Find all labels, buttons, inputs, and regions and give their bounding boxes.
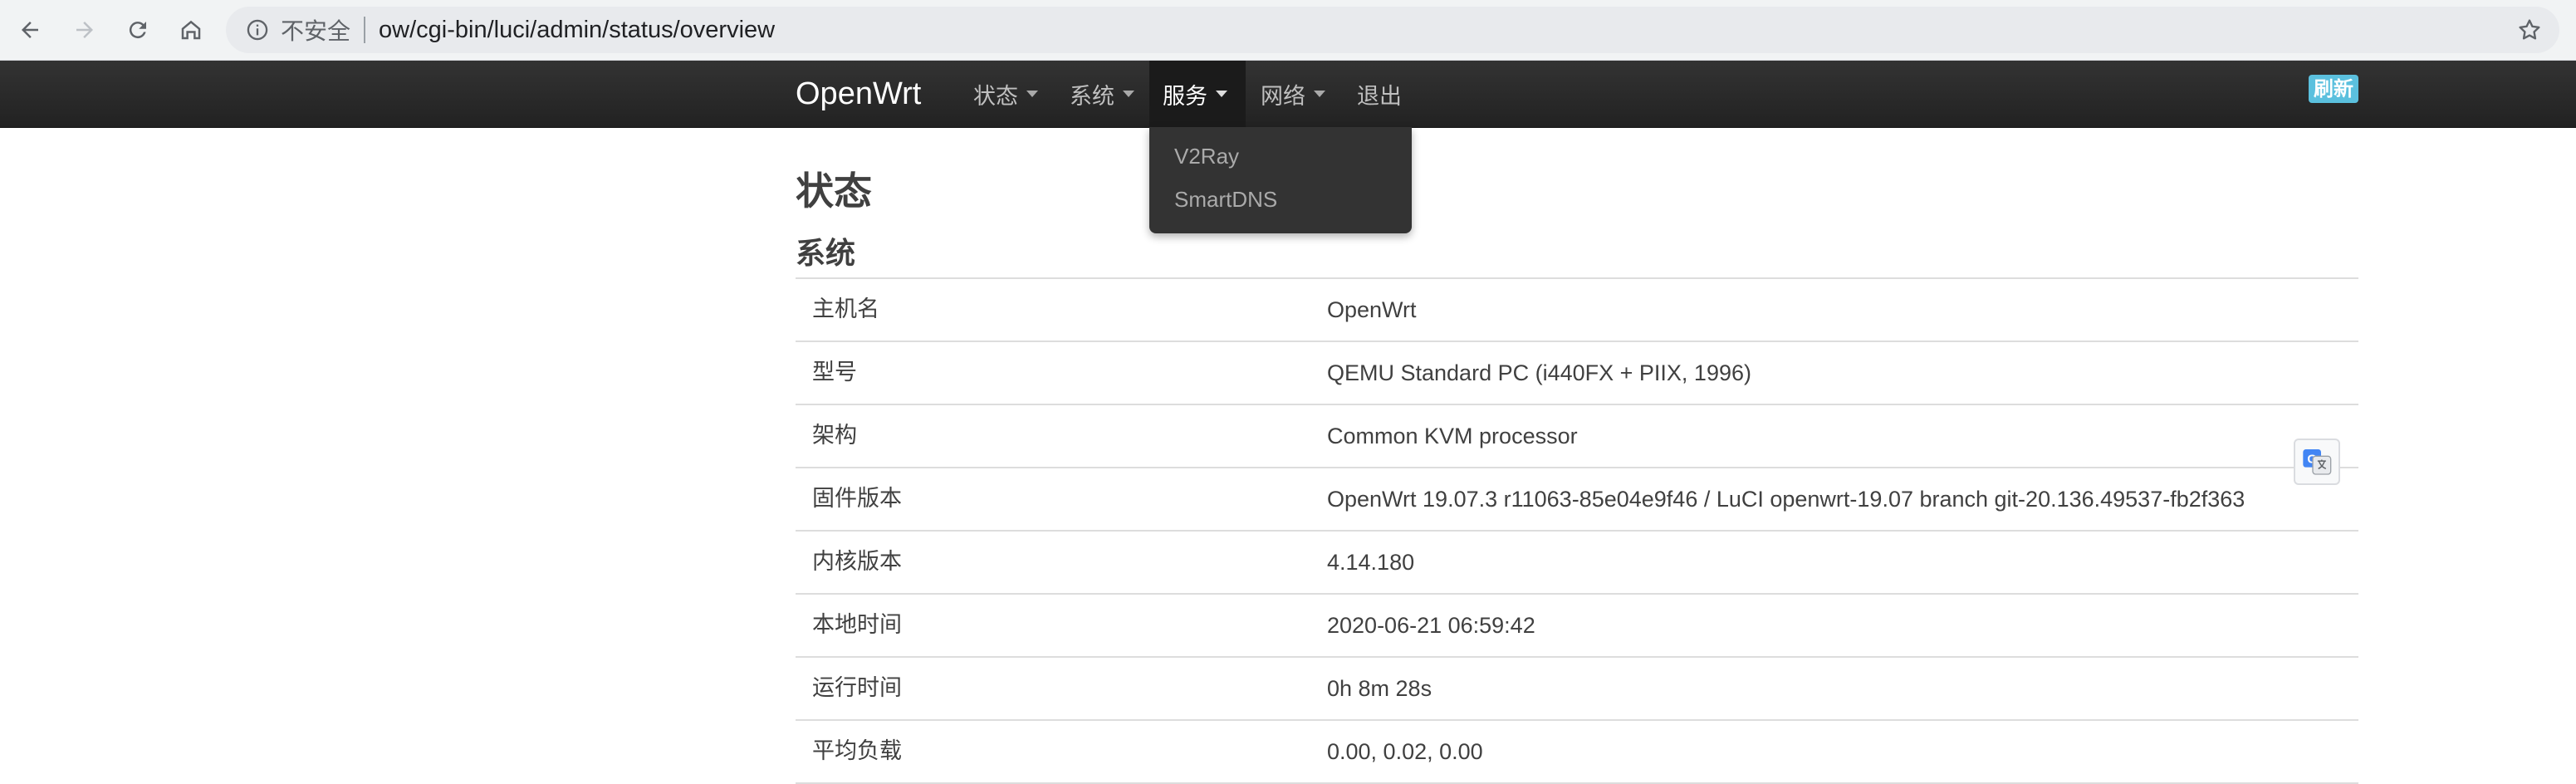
row-key: 型号 <box>812 360 857 385</box>
row-key: 平均负载 <box>812 738 902 764</box>
section-title: 系统 <box>796 237 856 271</box>
table-row: 平均负载 0.00, 0.02, 0.00 <box>796 721 2358 784</box>
row-value: Common KVM processor <box>1327 424 1578 448</box>
row-key: 本地时间 <box>812 612 902 638</box>
table-row: 内核版本 4.14.180 <box>796 532 2358 595</box>
google-translate-icon: G <box>2303 449 2332 475</box>
brand-logo[interactable]: OpenWrt <box>796 61 921 127</box>
home-button[interactable] <box>173 12 209 48</box>
services-dropdown: V2Ray SmartDNS <box>1149 127 1412 233</box>
translate-icon[interactable]: G <box>2294 439 2340 485</box>
back-button[interactable] <box>12 12 48 48</box>
table-row: 型号 QEMU Standard PC (i440FX + PIIX, 1996… <box>796 342 2358 405</box>
caret-down-icon <box>1314 91 1325 97</box>
address-separator <box>364 17 366 43</box>
reload-button[interactable] <box>120 12 156 48</box>
system-info-table: 主机名 OpenWrt 型号 QEMU Standard PC (i440FX … <box>796 277 2358 784</box>
menu-network[interactable]: 网络 <box>1247 61 1339 127</box>
url-text[interactable]: ow/cgi-bin/luci/admin/status/overview <box>379 17 775 44</box>
info-icon[interactable] <box>246 18 269 42</box>
row-value: 0h 8m 28s <box>1327 676 1432 701</box>
menu-logout[interactable]: 退出 <box>1344 61 1415 127</box>
table-row: 架构 Common KVM processor <box>796 405 2358 468</box>
row-key: 内核版本 <box>812 549 902 575</box>
row-key: 主机名 <box>812 296 879 322</box>
caret-down-icon <box>1026 91 1038 97</box>
security-label[interactable]: 不安全 <box>281 13 350 47</box>
menu-services-label: 服务 <box>1163 83 1207 110</box>
forward-arrow-icon <box>76 22 93 38</box>
dropdown-item-smartdns[interactable]: SmartDNS <box>1174 187 1277 213</box>
forward-button[interactable] <box>66 12 103 48</box>
refresh-badge[interactable]: 刷新 <box>2309 75 2358 103</box>
table-row: 固件版本 OpenWrt 19.07.3 r11063-85e04e9f46 /… <box>796 468 2358 532</box>
menu-system-label: 系统 <box>1070 83 1114 110</box>
menu-network-label: 网络 <box>1261 83 1305 110</box>
table-row: 本地时间 2020-06-21 06:59:42 <box>796 595 2358 658</box>
address-bar[interactable]: 不安全 ow/cgi-bin/luci/admin/status/overvie… <box>226 7 2559 53</box>
row-value: 0.00, 0.02, 0.00 <box>1327 739 1483 764</box>
menu-services[interactable]: 服务 <box>1149 61 1246 127</box>
menu-status[interactable]: 状态 <box>960 61 1051 127</box>
caret-down-icon <box>1216 91 1227 97</box>
row-key: 架构 <box>812 423 857 448</box>
row-key: 固件版本 <box>812 486 902 512</box>
row-value: OpenWrt <box>1327 297 1417 322</box>
home-icon <box>181 20 201 40</box>
row-value: 2020-06-21 06:59:42 <box>1327 613 1535 638</box>
menu-logout-label: 退出 <box>1357 83 1402 110</box>
row-key: 运行时间 <box>812 675 902 701</box>
dropdown-item-v2ray[interactable]: V2Ray <box>1174 144 1239 169</box>
reload-icon <box>129 22 146 39</box>
luci-navbar: OpenWrt 状态 系统 服务 网络 退出 刷新 <box>0 61 2576 128</box>
table-row: 主机名 OpenWrt <box>796 279 2358 342</box>
back-arrow-icon <box>22 22 38 38</box>
table-row: 运行时间 0h 8m 28s <box>796 658 2358 721</box>
row-value: 4.14.180 <box>1327 550 1415 575</box>
menu-status-label: 状态 <box>973 83 1018 110</box>
menu-system[interactable]: 系统 <box>1056 61 1148 127</box>
row-value: OpenWrt 19.07.3 r11063-85e04e9f46 / LuCI… <box>1327 487 2245 512</box>
browser-toolbar: 不安全 ow/cgi-bin/luci/admin/status/overvie… <box>0 0 2576 61</box>
page-title: 状态 <box>796 169 872 213</box>
bookmark-star-icon[interactable] <box>2516 17 2543 43</box>
row-value: QEMU Standard PC (i440FX + PIIX, 1996) <box>1327 360 1751 385</box>
caret-down-icon <box>1123 91 1134 97</box>
